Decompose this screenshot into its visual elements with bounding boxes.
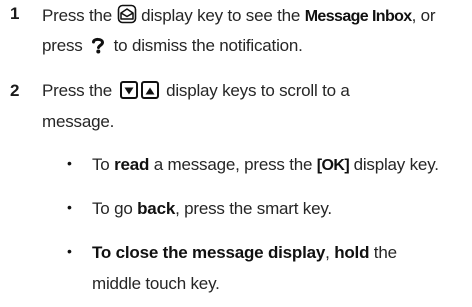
message-inbox-label: Message Inbox <box>304 8 413 25</box>
message-key-icon <box>117 4 137 29</box>
instruction-page: 1 Press the display key to see the Messa… <box>0 0 472 307</box>
step-number: 1 <box>10 4 20 23</box>
down-arrow-key-icon <box>119 81 138 99</box>
bullet-glyph: • <box>67 199 72 215</box>
bullet-close-line-2: middle touch key. <box>92 274 220 293</box>
bullet-glyph: • <box>67 155 72 171</box>
up-arrow-key-icon <box>140 81 159 99</box>
step-2-line-1: Press the display keys to scroll to a <box>42 81 350 100</box>
ok-key-label: [OK] <box>316 157 350 174</box>
smart-key-icon <box>91 36 105 59</box>
step-number: 2 <box>10 81 20 100</box>
step-1-line-1: Press the display key to see the Message… <box>42 4 436 29</box>
bullet-back: To go back, press the smart key. <box>92 199 332 218</box>
step-1-line-2: press to dismiss the notification. <box>42 36 303 59</box>
bullet-glyph: • <box>67 243 72 259</box>
bullet-close: To close the message display, hold the <box>92 243 397 262</box>
step-2-line-2: message. <box>42 112 115 131</box>
bullet-read: To read a message, press the [OK] displa… <box>92 155 439 174</box>
